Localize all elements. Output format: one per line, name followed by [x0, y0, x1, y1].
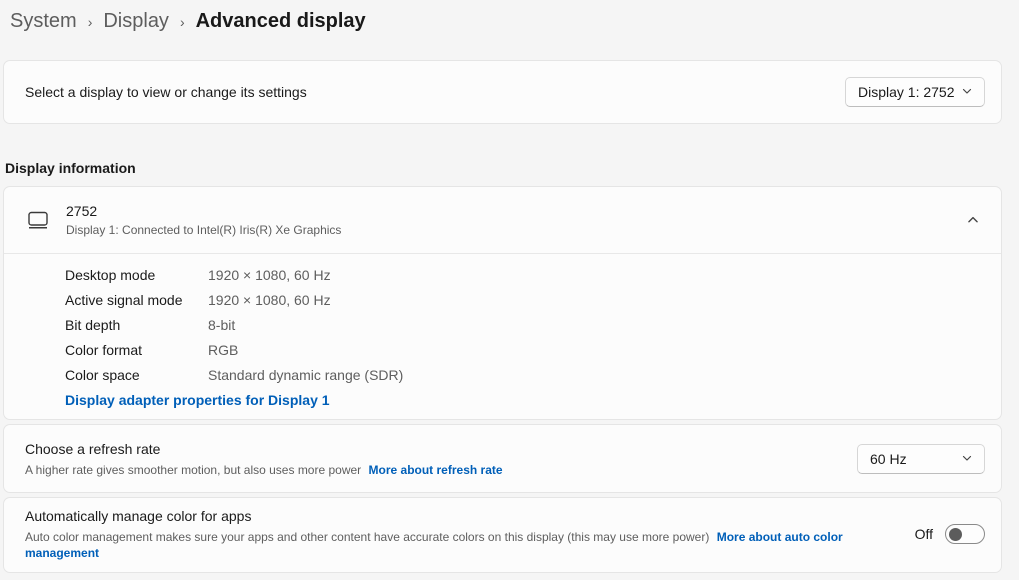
display-subtitle: Display 1: Connected to Intel(R) Iris(R)…: [66, 223, 965, 238]
detail-value: 1920 × 1080, 60 Hz: [208, 292, 331, 308]
detail-row-color-space: Color space Standard dynamic range (SDR): [65, 362, 1001, 387]
detail-value: 8-bit: [208, 317, 235, 333]
refresh-rate-dropdown[interactable]: 60 Hz: [857, 444, 985, 474]
detail-row-color-format: Color format RGB: [65, 337, 1001, 362]
detail-label: Bit depth: [65, 317, 208, 333]
refresh-rate-title: Choose a refresh rate: [25, 440, 503, 458]
display-information-expander-header[interactable]: 2752 Display 1: Connected to Intel(R) Ir…: [4, 187, 1001, 254]
auto-color-description: Auto color management makes sure your ap…: [25, 529, 853, 561]
detail-value: RGB: [208, 342, 238, 358]
chevron-down-icon: [961, 84, 973, 100]
auto-color-description-text: Auto color management makes sure your ap…: [25, 530, 709, 544]
display-details: Desktop mode 1920 × 1080, 60 Hz Active s…: [4, 254, 1001, 419]
refresh-rate-value: 60 Hz: [870, 451, 907, 467]
detail-label: Active signal mode: [65, 292, 208, 308]
breadcrumb-separator-icon: ›: [88, 6, 93, 36]
refresh-rate-description-text: A higher rate gives smoother motion, but…: [25, 463, 361, 477]
display-information-card: 2752 Display 1: Connected to Intel(R) Ir…: [3, 186, 1002, 420]
page-title: Advanced display: [196, 7, 366, 35]
monitor-icon: [27, 209, 49, 231]
display-select-value: Display 1: 2752: [858, 84, 955, 100]
display-name: 2752: [66, 202, 965, 220]
select-display-card: Select a display to view or change its s…: [3, 60, 1002, 124]
detail-row-active-signal-mode: Active signal mode 1920 × 1080, 60 Hz: [65, 287, 1001, 312]
detail-row-desktop-mode: Desktop mode 1920 × 1080, 60 Hz: [65, 262, 1001, 287]
detail-value: Standard dynamic range (SDR): [208, 367, 403, 383]
auto-color-toggle-group: Off: [915, 524, 985, 544]
breadcrumb-item-display[interactable]: Display: [103, 7, 169, 35]
auto-color-title: Automatically manage color for apps: [25, 507, 853, 525]
refresh-rate-text: Choose a refresh rate A higher rate give…: [25, 440, 503, 478]
auto-color-text: Automatically manage color for apps Auto…: [25, 507, 853, 561]
chevron-up-icon[interactable]: [965, 212, 981, 228]
display-adapter-properties-link[interactable]: Display adapter properties for Display 1: [65, 390, 330, 410]
breadcrumb: System › Display › Advanced display: [0, 0, 1019, 36]
refresh-rate-card: Choose a refresh rate A higher rate give…: [3, 424, 1002, 493]
detail-label: Desktop mode: [65, 267, 208, 283]
breadcrumb-item-system[interactable]: System: [10, 7, 77, 35]
detail-label: Color format: [65, 342, 208, 358]
display-titles: 2752 Display 1: Connected to Intel(R) Ir…: [66, 202, 965, 238]
chevron-down-icon: [961, 451, 973, 467]
select-display-label: Select a display to view or change its s…: [25, 84, 307, 100]
settings-content: Select a display to view or change its s…: [3, 60, 1002, 573]
auto-color-card: Automatically manage color for apps Auto…: [3, 497, 1002, 573]
detail-label: Color space: [65, 367, 208, 383]
detail-row-bit-depth: Bit depth 8-bit: [65, 312, 1001, 337]
toggle-knob: [949, 528, 962, 541]
breadcrumb-separator-icon: ›: [180, 6, 185, 36]
auto-color-toggle[interactable]: [945, 524, 985, 544]
detail-value: 1920 × 1080, 60 Hz: [208, 267, 331, 283]
display-information-heading: Display information: [5, 158, 1002, 178]
more-about-refresh-rate-link[interactable]: More about refresh rate: [369, 463, 503, 477]
refresh-rate-description: A higher rate gives smoother motion, but…: [25, 462, 503, 478]
toggle-state-label: Off: [915, 526, 933, 542]
display-select-dropdown[interactable]: Display 1: 2752: [845, 77, 985, 107]
